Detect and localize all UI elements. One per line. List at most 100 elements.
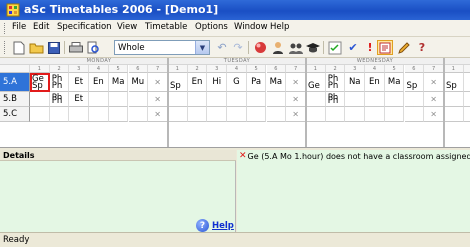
chevron-down-icon[interactable]: ▼ [195,41,209,54]
empty-cell[interactable] [306,92,326,107]
empty-cell[interactable] [49,107,70,122]
empty-cell[interactable] [444,107,464,122]
lesson-card[interactable]: Et [69,73,90,92]
timetable-grid[interactable]: MONDAY TUESDAY WEDNESDAY 123456712345671… [0,58,470,148]
students-button[interactable] [288,40,304,55]
checklist-button[interactable] [327,40,343,55]
graduate-button[interactable] [305,40,321,55]
help-context-button[interactable]: ? [414,40,430,55]
save-button[interactable] [46,40,62,55]
empty-cell[interactable] [325,107,346,122]
empty-cell[interactable] [463,92,470,107]
empty-cell[interactable] [89,107,109,122]
lesson-card[interactable]: Ph Ph [325,92,346,107]
empty-cell[interactable] [227,107,247,122]
empty-cell[interactable] [207,92,228,107]
unavailable-cell[interactable]: × [424,73,444,92]
toolbar-grip[interactable] [4,41,7,54]
lesson-card[interactable]: En [365,73,385,92]
empty-cell[interactable] [128,92,149,107]
empty-cell[interactable] [365,92,385,107]
print-preview-button[interactable] [86,40,102,55]
help-link[interactable]: ? Help [196,219,234,232]
unavailable-cell[interactable]: × [424,107,444,122]
empty-cell[interactable] [384,92,405,107]
empty-cell[interactable] [444,92,464,107]
lesson-card[interactable]: Na [345,73,366,92]
unavailable-cell[interactable]: × [286,73,306,92]
lesson-card[interactable]: Ge Sp [30,73,50,92]
empty-cell[interactable] [266,92,287,107]
lesson-card[interactable]: Mu [128,73,149,92]
empty-cell[interactable] [463,107,470,122]
lesson-card[interactable]: Ma [266,73,287,92]
lesson-card[interactable]: Sp [444,73,464,92]
empty-cell[interactable] [108,107,129,122]
check-button[interactable]: ✔ [345,40,361,55]
unavailable-cell[interactable]: × [148,107,168,122]
report-button[interactable] [377,40,393,55]
menu-timetable[interactable]: Timetable [145,22,187,32]
empty-cell[interactable] [365,107,385,122]
unavailable-cell[interactable]: × [148,92,168,107]
lesson-card[interactable]: Et [69,92,90,107]
empty-cell[interactable] [384,107,405,122]
print-button[interactable] [68,40,84,55]
empty-cell[interactable] [306,107,326,122]
warnings-button[interactable]: ! [362,40,378,55]
class-row-label[interactable]: 5.B [0,92,30,107]
view-select[interactable]: Whole ▼ [114,40,210,55]
empty-cell[interactable] [30,107,50,122]
empty-cell[interactable] [404,92,425,107]
message-row[interactable]: ✕ Ge (5.A Mo 1.hour) does not have a cla… [239,151,470,161]
class-row-label[interactable]: 5.C [0,107,30,122]
help-label[interactable]: Help [212,221,234,231]
empty-cell[interactable] [246,107,267,122]
redo-button[interactable]: ↷ [230,40,246,55]
menu-window[interactable]: Window [234,22,268,32]
open-button[interactable] [28,40,44,55]
unavailable-cell[interactable]: × [148,73,168,92]
empty-cell[interactable] [246,92,267,107]
empty-cell[interactable] [345,107,366,122]
empty-cell[interactable] [30,92,50,107]
lesson-card[interactable]: Ph Ph [49,92,70,107]
empty-cell[interactable] [187,107,208,122]
lesson-card[interactable]: En [89,73,109,92]
lesson-card[interactable]: Ma [108,73,129,92]
unavailable-cell[interactable]: × [286,107,306,122]
empty-cell[interactable] [187,92,208,107]
empty-cell[interactable] [227,92,247,107]
menu-help[interactable]: Help [270,22,289,32]
empty-cell[interactable] [266,107,287,122]
menu-view[interactable]: View [117,22,137,32]
generate-button[interactable] [252,40,268,55]
menu-specification[interactable]: Specification [57,22,112,32]
empty-cell[interactable] [345,92,366,107]
undo-button[interactable]: ↶ [214,40,230,55]
empty-cell[interactable] [108,92,129,107]
new-file-button[interactable] [11,40,27,55]
empty-cell[interactable] [207,107,228,122]
lesson-card[interactable]: Ma [384,73,405,92]
unavailable-cell[interactable]: × [286,92,306,107]
lesson-card[interactable]: H [463,73,470,92]
lesson-card[interactable]: Ph Ph [49,73,70,92]
menu-edit[interactable]: Edit [33,22,49,32]
empty-cell[interactable] [89,92,109,107]
lesson-card[interactable]: G [227,73,247,92]
lesson-card[interactable]: Ge [306,73,326,92]
lesson-card[interactable]: Pa [246,73,267,92]
lesson-card[interactable]: Sp [404,73,425,92]
edit-button[interactable] [396,40,412,55]
lesson-card[interactable]: Hi [207,73,228,92]
menu-file[interactable]: File [12,22,26,32]
empty-cell[interactable] [168,92,188,107]
lesson-card[interactable]: En [187,73,208,92]
menu-options[interactable]: Options [195,22,228,32]
empty-cell[interactable] [168,107,188,122]
lesson-card[interactable]: Ph Ph [325,73,346,92]
lesson-card[interactable]: Sp [168,73,188,92]
teacher-button[interactable] [270,40,286,55]
menu-grip[interactable] [4,23,7,34]
